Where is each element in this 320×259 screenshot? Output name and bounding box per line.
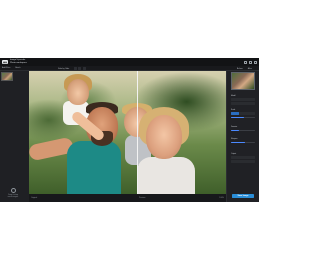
save-image-button[interactable]: Save Image (232, 194, 254, 198)
title-bar: ▮▮▮ Image Upscaler Photo workspace (0, 58, 259, 66)
scale-options[interactable] (231, 112, 255, 115)
fit-icon[interactable] (82, 67, 86, 70)
sharpen-slider-fill (231, 142, 246, 143)
scale-slider-fill (231, 117, 245, 118)
add-files-button[interactable]: Add Files (2, 67, 10, 69)
photo-mom-shirt (137, 157, 195, 194)
status-left: Original (31, 197, 38, 199)
model-label: Model (231, 95, 236, 97)
zoom-readout: 100% (219, 197, 224, 199)
close-icon[interactable] (254, 60, 257, 64)
output-label: Output (231, 153, 237, 155)
app-logo: ▮▮▮ (2, 60, 8, 64)
sharpen-label: Sharpen (231, 138, 238, 140)
app-subtitle: Photo workspace (10, 62, 27, 64)
scale-label: Scale (231, 109, 236, 111)
image-canvas[interactable] (29, 71, 226, 194)
settings-panel: Model Scale Denoise Sharpen Output Save … (226, 71, 259, 202)
app-window: ▮▮▮ Image Upscaler Photo workspace Add F… (0, 58, 259, 202)
denoise-label: Denoise (231, 126, 238, 128)
photo-dad-shirt (67, 141, 121, 194)
after-tab[interactable]: After (248, 68, 252, 70)
file-panel: Drag & drop more images (0, 71, 29, 202)
photo-girl-face (67, 79, 89, 105)
scale-slider[interactable] (231, 117, 255, 118)
zoom-out-icon[interactable] (78, 67, 82, 70)
output-folder-select[interactable] (231, 160, 255, 163)
status-center: Preview (139, 197, 146, 199)
upload-icon (10, 188, 16, 193)
drop-hint-line-2: more images (7, 196, 19, 199)
scale-selected-pill[interactable] (231, 112, 239, 115)
model-select-2[interactable] (231, 102, 255, 105)
maximize-icon[interactable] (249, 60, 252, 64)
model-select[interactable] (231, 98, 255, 101)
before-tab[interactable]: Before (237, 68, 243, 70)
navigator-preview[interactable] (231, 72, 255, 90)
title-stack: Image Upscaler Photo workspace (10, 59, 27, 64)
view-mode-label[interactable]: Side by Side (58, 68, 69, 70)
photo-mom-face (146, 115, 182, 159)
status-right-group: 100% (219, 194, 224, 202)
output-format-select[interactable] (231, 156, 255, 159)
zoom-in-icon[interactable] (74, 67, 78, 70)
drop-hint: Drag & drop more images (3, 188, 23, 198)
denoise-slider-fill (231, 130, 240, 131)
denoise-slider[interactable] (231, 130, 255, 131)
image-thumbnail[interactable] (1, 72, 13, 81)
sharpen-slider[interactable] (231, 142, 255, 143)
batch-button[interactable]: Batch (15, 67, 20, 69)
status-bar: Original Preview 100% (29, 194, 226, 202)
compare-divider-handle[interactable] (137, 71, 138, 194)
minimize-icon[interactable] (244, 60, 247, 64)
